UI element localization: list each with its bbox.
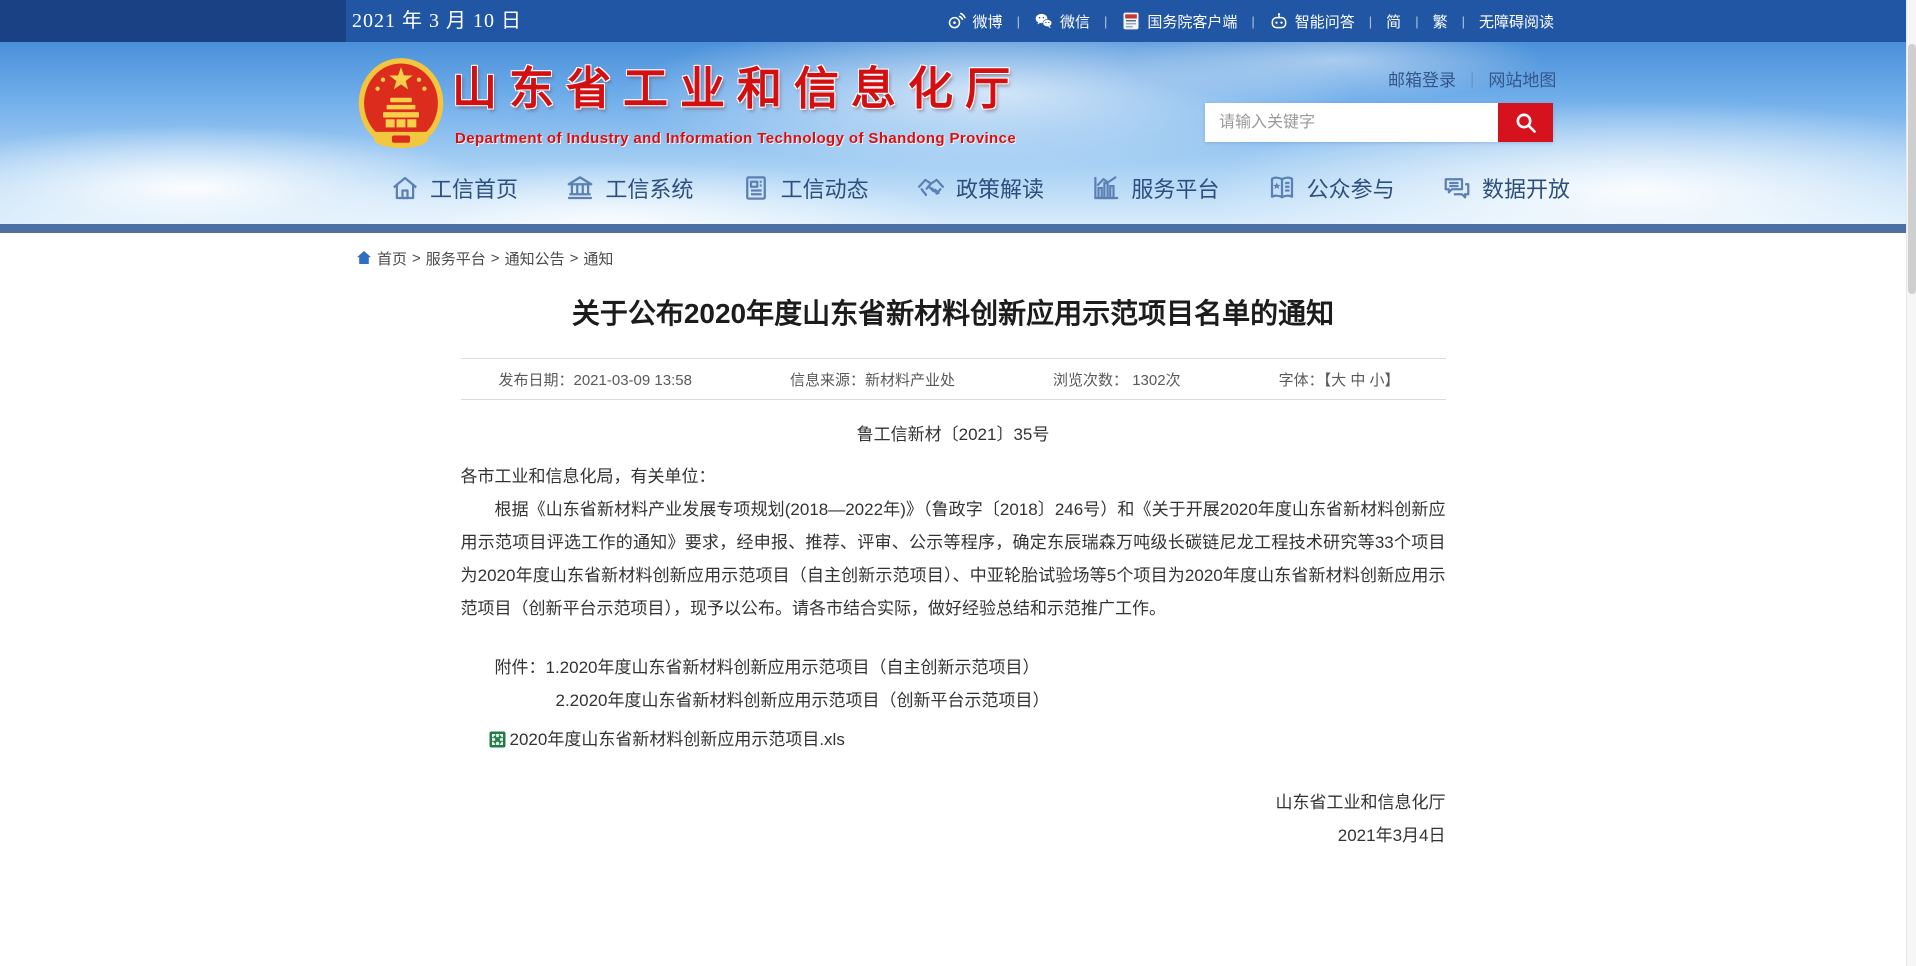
robot-icon xyxy=(1269,11,1289,31)
nav-label: 工信首页 xyxy=(430,172,518,204)
topbar-separator: | xyxy=(1369,14,1372,29)
document-number: 鲁工信新材〔2021〕35号 xyxy=(461,420,1446,450)
nav-label: 政策解读 xyxy=(956,172,1044,204)
attachment-line-2: 2.2020年度山东省新材料创新应用示范项目（创新平台示范项目） xyxy=(461,684,1446,717)
vertical-scrollbar-track[interactable] xyxy=(1906,0,1916,966)
weibo-icon xyxy=(947,11,967,31)
breadcrumb-separator: > xyxy=(412,250,421,267)
breadcrumb-item-notice[interactable]: 通知 xyxy=(583,248,613,269)
nav-label: 公众参与 xyxy=(1307,172,1395,204)
font-size-options[interactable]: 【大 中 小】 xyxy=(1324,372,1400,389)
header-quick-links: 邮箱登录 | 网站地图 xyxy=(1388,66,1556,91)
accessibility-link[interactable]: 无障碍阅读 xyxy=(1479,11,1554,32)
breadcrumb-item-notices[interactable]: 通知公告 xyxy=(505,248,565,269)
topbar: 2021 年 3 月 10 日 微博 | 微信 | xyxy=(0,0,1906,42)
attachment-line-1: 附件：1.2020年度山东省新材料创新应用示范项目（自主创新示范项目） xyxy=(461,651,1446,684)
accessibility-label: 无障碍阅读 xyxy=(1479,11,1554,32)
institution-icon xyxy=(565,173,595,203)
topbar-links: 微博 | 微信 | 国务院客户端 xyxy=(947,0,1554,42)
breadcrumb-separator: > xyxy=(570,250,579,267)
nav-label: 工信动态 xyxy=(781,172,869,204)
attachment-file-name: 2020年度山东省新材料创新应用示范项目.xls xyxy=(510,723,845,756)
breadcrumb-item-home[interactable]: 首页 xyxy=(377,248,407,269)
nav-label: 工信系统 xyxy=(605,172,693,204)
quick-link-separator: | xyxy=(1470,69,1474,89)
site-header: 山东省工业和信息化厅 Department of Industry and In… xyxy=(0,42,1906,224)
signature-org: 山东省工业和信息化厅 xyxy=(461,786,1446,819)
excel-file-icon xyxy=(489,731,506,748)
attachments-block: 附件：1.2020年度山东省新材料创新应用示范项目（自主创新示范项目） 2.20… xyxy=(461,651,1446,717)
nav-item-news[interactable]: 工信动态 xyxy=(741,172,869,204)
traditional-label: 繁 xyxy=(1433,11,1448,32)
breadcrumb: 首页 > 服务平台 > 通知公告 > 通知 xyxy=(356,248,1906,268)
topbar-separator: | xyxy=(1251,14,1254,29)
nav-item-service[interactable]: 服务平台 xyxy=(1091,172,1219,204)
search-button[interactable] xyxy=(1498,103,1553,142)
nav-label: 数据开放 xyxy=(1482,172,1570,204)
nav-label: 服务平台 xyxy=(1131,172,1219,204)
mail-login-link[interactable]: 邮箱登录 xyxy=(1388,66,1456,91)
font-size-control: 字体：【大 中 小】 xyxy=(1279,369,1400,390)
current-date: 2021 年 3 月 10 日 xyxy=(352,0,522,42)
gov-client-icon xyxy=(1121,11,1141,31)
simplified-chinese-link[interactable]: 简 xyxy=(1386,11,1401,32)
gov-client-label: 国务院客户端 xyxy=(1147,11,1237,32)
policy-icon xyxy=(916,173,946,203)
attachment-file-link[interactable]: 2020年度山东省新材料创新应用示范项目.xls xyxy=(461,723,1446,756)
nav-item-participation[interactable]: 公众参与 xyxy=(1267,172,1395,204)
home-icon xyxy=(390,173,420,203)
article-meta-row: 发布日期：2021-03-09 13:58 信息来源：新材料产业处 浏览次数： … xyxy=(461,358,1446,400)
topbar-separator: | xyxy=(1415,14,1418,29)
breadcrumb-home-icon xyxy=(356,250,372,266)
article-body: 根据《山东省新材料产业发展专项规划(2018—2022年)》（鲁政字〔2018〕… xyxy=(461,493,1446,625)
smart-qa-label: 智能问答 xyxy=(1295,11,1355,32)
salutation: 各市工业和信息化局，有关单位： xyxy=(461,460,1446,493)
news-icon xyxy=(741,173,771,203)
weibo-link[interactable]: 微博 xyxy=(947,11,1003,32)
info-source: 信息来源：新材料产业处 xyxy=(790,369,955,390)
vertical-scrollbar-thumb[interactable] xyxy=(1908,44,1916,294)
search-icon xyxy=(1514,111,1538,135)
topbar-separator: | xyxy=(1104,14,1107,29)
search-box xyxy=(1205,103,1553,142)
site-subtitle-en: Department of Industry and Information T… xyxy=(455,130,1016,147)
topbar-separator: | xyxy=(1462,14,1465,29)
signature-date: 2021年3月4日 xyxy=(461,819,1446,852)
article-title: 关于公布2020年度山东省新材料创新应用示范项目名单的通知 xyxy=(461,294,1446,334)
search-input[interactable] xyxy=(1205,103,1498,142)
font-size-label: 字体： xyxy=(1279,372,1324,389)
data-icon xyxy=(1442,173,1472,203)
participation-icon xyxy=(1267,173,1297,203)
wechat-icon xyxy=(1034,11,1054,31)
gov-client-link[interactable]: 国务院客户端 xyxy=(1121,11,1237,32)
nav-item-system[interactable]: 工信系统 xyxy=(565,172,693,204)
wechat-label: 微信 xyxy=(1060,11,1090,32)
smart-qa-link[interactable]: 智能问答 xyxy=(1269,11,1355,32)
platform-icon xyxy=(1091,173,1121,203)
weibo-label: 微博 xyxy=(973,11,1003,32)
nav-item-policy[interactable]: 政策解读 xyxy=(916,172,1044,204)
main-nav: 工信首页 工信系统 工信动态 政策解读 xyxy=(390,172,1570,204)
site-map-link[interactable]: 网站地图 xyxy=(1488,66,1556,91)
publish-date: 发布日期：2021-03-09 13:58 xyxy=(499,369,692,390)
view-count: 浏览次数： 1302次 xyxy=(1053,369,1181,390)
national-emblem-logo[interactable] xyxy=(356,56,446,152)
site-title: 山东省工业和信息化厅 xyxy=(452,62,1022,116)
nav-item-data[interactable]: 数据开放 xyxy=(1442,172,1570,204)
breadcrumb-separator: > xyxy=(491,250,500,267)
main-content: 首页 > 服务平台 > 通知公告 > 通知 关于公布2020年度山东省新材料创新… xyxy=(0,248,1906,852)
traditional-chinese-link[interactable]: 繁 xyxy=(1433,11,1448,32)
simplified-label: 简 xyxy=(1386,11,1401,32)
breadcrumb-item-service[interactable]: 服务平台 xyxy=(426,248,486,269)
topbar-separator: | xyxy=(1017,14,1020,29)
signature-block: 山东省工业和信息化厅 2021年3月4日 xyxy=(461,786,1446,852)
nav-item-home[interactable]: 工信首页 xyxy=(390,172,518,204)
wechat-link[interactable]: 微信 xyxy=(1034,11,1090,32)
article: 关于公布2020年度山东省新材料创新应用示范项目名单的通知 发布日期：2021-… xyxy=(461,294,1446,852)
header-separator-bar xyxy=(0,224,1906,233)
